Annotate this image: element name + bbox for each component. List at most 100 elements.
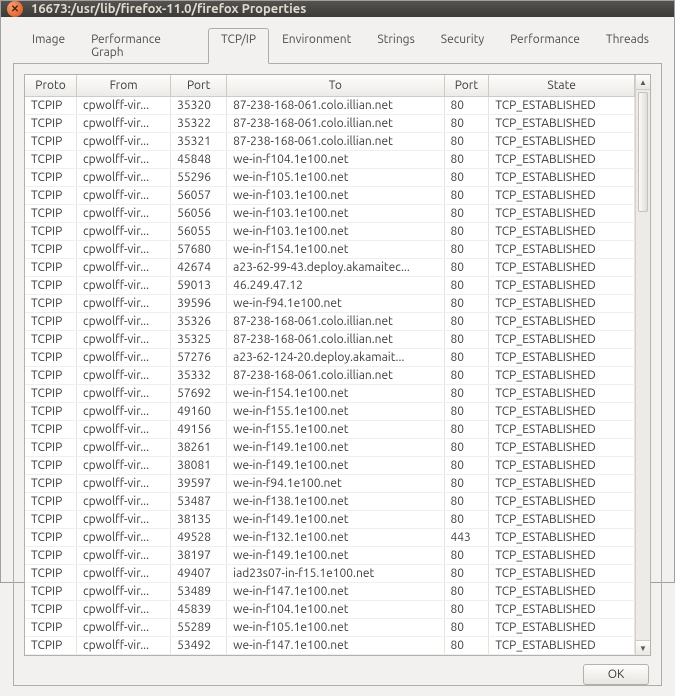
tab-strings[interactable]: Strings bbox=[364, 28, 427, 64]
table-row[interactable]: TCPIPcpwolff-vir...3532687-238-168-061.c… bbox=[25, 313, 635, 331]
cell-from: cpwolff-vir... bbox=[77, 475, 171, 493]
table-row[interactable]: TCPIPcpwolff-vir...57276a23-62-124-20.de… bbox=[25, 349, 635, 367]
button-bar: OK bbox=[24, 656, 651, 685]
cell-to: we-in-f147.1e100.net bbox=[227, 637, 444, 655]
table-row[interactable]: TCPIPcpwolff-vir...56056we-in-f103.1e100… bbox=[25, 205, 635, 223]
cell-to: a23-62-124-20.deploy.akamait... bbox=[227, 349, 444, 367]
col-header[interactable]: Proto bbox=[25, 75, 77, 97]
cell-port1: 53487 bbox=[171, 493, 227, 511]
table-row[interactable]: TCPIPcpwolff-vir...45848we-in-f104.1e100… bbox=[25, 151, 635, 169]
cell-port2: 80 bbox=[444, 421, 489, 439]
table-row[interactable]: TCPIPcpwolff-vir...53487we-in-f138.1e100… bbox=[25, 493, 635, 511]
table-scrollarea[interactable]: ProtoFromPortToPortState TCPIPcpwolff-vi… bbox=[25, 75, 635, 655]
table-row[interactable]: TCPIPcpwolff-vir...5901346.249.47.1280TC… bbox=[25, 277, 635, 295]
cell-to: we-in-f94.1e100.net bbox=[227, 475, 444, 493]
table-row[interactable]: TCPIPcpwolff-vir...45839we-in-f104.1e100… bbox=[25, 601, 635, 619]
tab-environment[interactable]: Environment bbox=[269, 28, 364, 64]
tab-performance[interactable]: Performance bbox=[497, 28, 593, 64]
tab-tcp-ip[interactable]: TCP/IP bbox=[208, 28, 269, 64]
tab-security[interactable]: Security bbox=[428, 28, 497, 64]
properties-window: ✕ 16673:/usr/lib/firefox-11.0/firefox Pr… bbox=[0, 0, 675, 583]
table-row[interactable]: TCPIPcpwolff-vir...53492we-in-f147.1e100… bbox=[25, 637, 635, 655]
table-row[interactable]: TCPIPcpwolff-vir...49407iad23s07-in-f15.… bbox=[25, 565, 635, 583]
table-row[interactable]: TCPIPcpwolff-vir...49528we-in-f132.1e100… bbox=[25, 529, 635, 547]
cell-state: TCP_ESTABLISHED bbox=[489, 547, 635, 565]
table-row[interactable]: TCPIPcpwolff-vir...38135we-in-f149.1e100… bbox=[25, 511, 635, 529]
table-row[interactable]: TCPIPcpwolff-vir...56055we-in-f103.1e100… bbox=[25, 223, 635, 241]
cell-state: TCP_ESTABLISHED bbox=[489, 403, 635, 421]
cell-port2: 80 bbox=[444, 565, 489, 583]
tab-performance-graph[interactable]: Performance Graph bbox=[78, 28, 208, 64]
cell-proto: TCPIP bbox=[25, 601, 77, 619]
cell-to: 87-238-168-061.colo.illian.net bbox=[227, 331, 444, 349]
tab-threads[interactable]: Threads bbox=[593, 28, 662, 64]
cell-state: TCP_ESTABLISHED bbox=[489, 349, 635, 367]
cell-port2: 80 bbox=[444, 385, 489, 403]
table-row[interactable]: TCPIPcpwolff-vir...57692we-in-f154.1e100… bbox=[25, 385, 635, 403]
cell-from: cpwolff-vir... bbox=[77, 151, 171, 169]
table-row[interactable]: TCPIPcpwolff-vir...56057we-in-f103.1e100… bbox=[25, 187, 635, 205]
table-row[interactable]: TCPIPcpwolff-vir...3532287-238-168-061.c… bbox=[25, 115, 635, 133]
vertical-scrollbar[interactable]: ▲ ▼ bbox=[635, 75, 650, 655]
table-row[interactable]: TCPIPcpwolff-vir...3532187-238-168-061.c… bbox=[25, 133, 635, 151]
cell-from: cpwolff-vir... bbox=[77, 97, 171, 115]
table-row[interactable]: TCPIPcpwolff-vir...39596we-in-f94.1e100.… bbox=[25, 295, 635, 313]
cell-state: TCP_ESTABLISHED bbox=[489, 421, 635, 439]
col-header[interactable]: Port bbox=[171, 75, 227, 97]
table-row[interactable]: TCPIPcpwolff-vir...38081we-in-f149.1e100… bbox=[25, 457, 635, 475]
cell-proto: TCPIP bbox=[25, 637, 77, 655]
cell-state: TCP_ESTABLISHED bbox=[489, 601, 635, 619]
table-row[interactable]: TCPIPcpwolff-vir...55289we-in-f105.1e100… bbox=[25, 619, 635, 637]
cell-state: TCP_ESTABLISHED bbox=[489, 223, 635, 241]
cell-from: cpwolff-vir... bbox=[77, 547, 171, 565]
table-row[interactable]: TCPIPcpwolff-vir...57680we-in-f154.1e100… bbox=[25, 241, 635, 259]
cell-port1: 49407 bbox=[171, 565, 227, 583]
scroll-thumb[interactable] bbox=[638, 92, 648, 212]
cell-from: cpwolff-vir... bbox=[77, 187, 171, 205]
table-row[interactable]: TCPIPcpwolff-vir...38197we-in-f149.1e100… bbox=[25, 547, 635, 565]
scroll-up-icon[interactable]: ▲ bbox=[636, 75, 650, 90]
table-row[interactable]: TCPIPcpwolff-vir...3533287-238-168-061.c… bbox=[25, 367, 635, 385]
table-row[interactable]: TCPIPcpwolff-vir...3532087-238-168-061.c… bbox=[25, 97, 635, 115]
cell-port2: 80 bbox=[444, 493, 489, 511]
cell-port1: 49160 bbox=[171, 403, 227, 421]
cell-from: cpwolff-vir... bbox=[77, 493, 171, 511]
cell-proto: TCPIP bbox=[25, 403, 77, 421]
col-header[interactable]: State bbox=[489, 75, 635, 97]
cell-state: TCP_ESTABLISHED bbox=[489, 313, 635, 331]
col-header[interactable]: To bbox=[227, 75, 444, 97]
table-row[interactable]: TCPIPcpwolff-vir...55296we-in-f105.1e100… bbox=[25, 169, 635, 187]
table-row[interactable]: TCPIPcpwolff-vir...42674a23-62-99-43.dep… bbox=[25, 259, 635, 277]
cell-state: TCP_ESTABLISHED bbox=[489, 439, 635, 457]
cell-from: cpwolff-vir... bbox=[77, 169, 171, 187]
cell-from: cpwolff-vir... bbox=[77, 439, 171, 457]
table-row[interactable]: TCPIPcpwolff-vir...49156we-in-f155.1e100… bbox=[25, 421, 635, 439]
cell-port1: 49156 bbox=[171, 421, 227, 439]
table-row[interactable]: TCPIPcpwolff-vir...38261we-in-f149.1e100… bbox=[25, 439, 635, 457]
cell-from: cpwolff-vir... bbox=[77, 295, 171, 313]
table-row[interactable]: TCPIPcpwolff-vir...53489we-in-f147.1e100… bbox=[25, 583, 635, 601]
scroll-track[interactable] bbox=[636, 90, 650, 640]
tab-image[interactable]: Image bbox=[19, 28, 78, 64]
cell-port2: 80 bbox=[444, 169, 489, 187]
scroll-down-icon[interactable]: ▼ bbox=[636, 640, 650, 655]
ok-button[interactable]: OK bbox=[583, 664, 649, 685]
col-header[interactable]: From bbox=[77, 75, 171, 97]
cell-proto: TCPIP bbox=[25, 511, 77, 529]
cell-state: TCP_ESTABLISHED bbox=[489, 457, 635, 475]
cell-to: we-in-f105.1e100.net bbox=[227, 169, 444, 187]
cell-proto: TCPIP bbox=[25, 133, 77, 151]
table-row[interactable]: TCPIPcpwolff-vir...39597we-in-f94.1e100.… bbox=[25, 475, 635, 493]
cell-from: cpwolff-vir... bbox=[77, 385, 171, 403]
cell-to: we-in-f154.1e100.net bbox=[227, 385, 444, 403]
table-row[interactable]: TCPIPcpwolff-vir...3532587-238-168-061.c… bbox=[25, 331, 635, 349]
cell-port2: 80 bbox=[444, 583, 489, 601]
close-icon[interactable]: ✕ bbox=[7, 1, 23, 17]
cell-state: TCP_ESTABLISHED bbox=[489, 115, 635, 133]
cell-port1: 59013 bbox=[171, 277, 227, 295]
table-header-row: ProtoFromPortToPortState bbox=[25, 75, 635, 97]
cell-from: cpwolff-vir... bbox=[77, 619, 171, 637]
cell-port1: 57692 bbox=[171, 385, 227, 403]
table-row[interactable]: TCPIPcpwolff-vir...49160we-in-f155.1e100… bbox=[25, 403, 635, 421]
col-header[interactable]: Port bbox=[444, 75, 489, 97]
